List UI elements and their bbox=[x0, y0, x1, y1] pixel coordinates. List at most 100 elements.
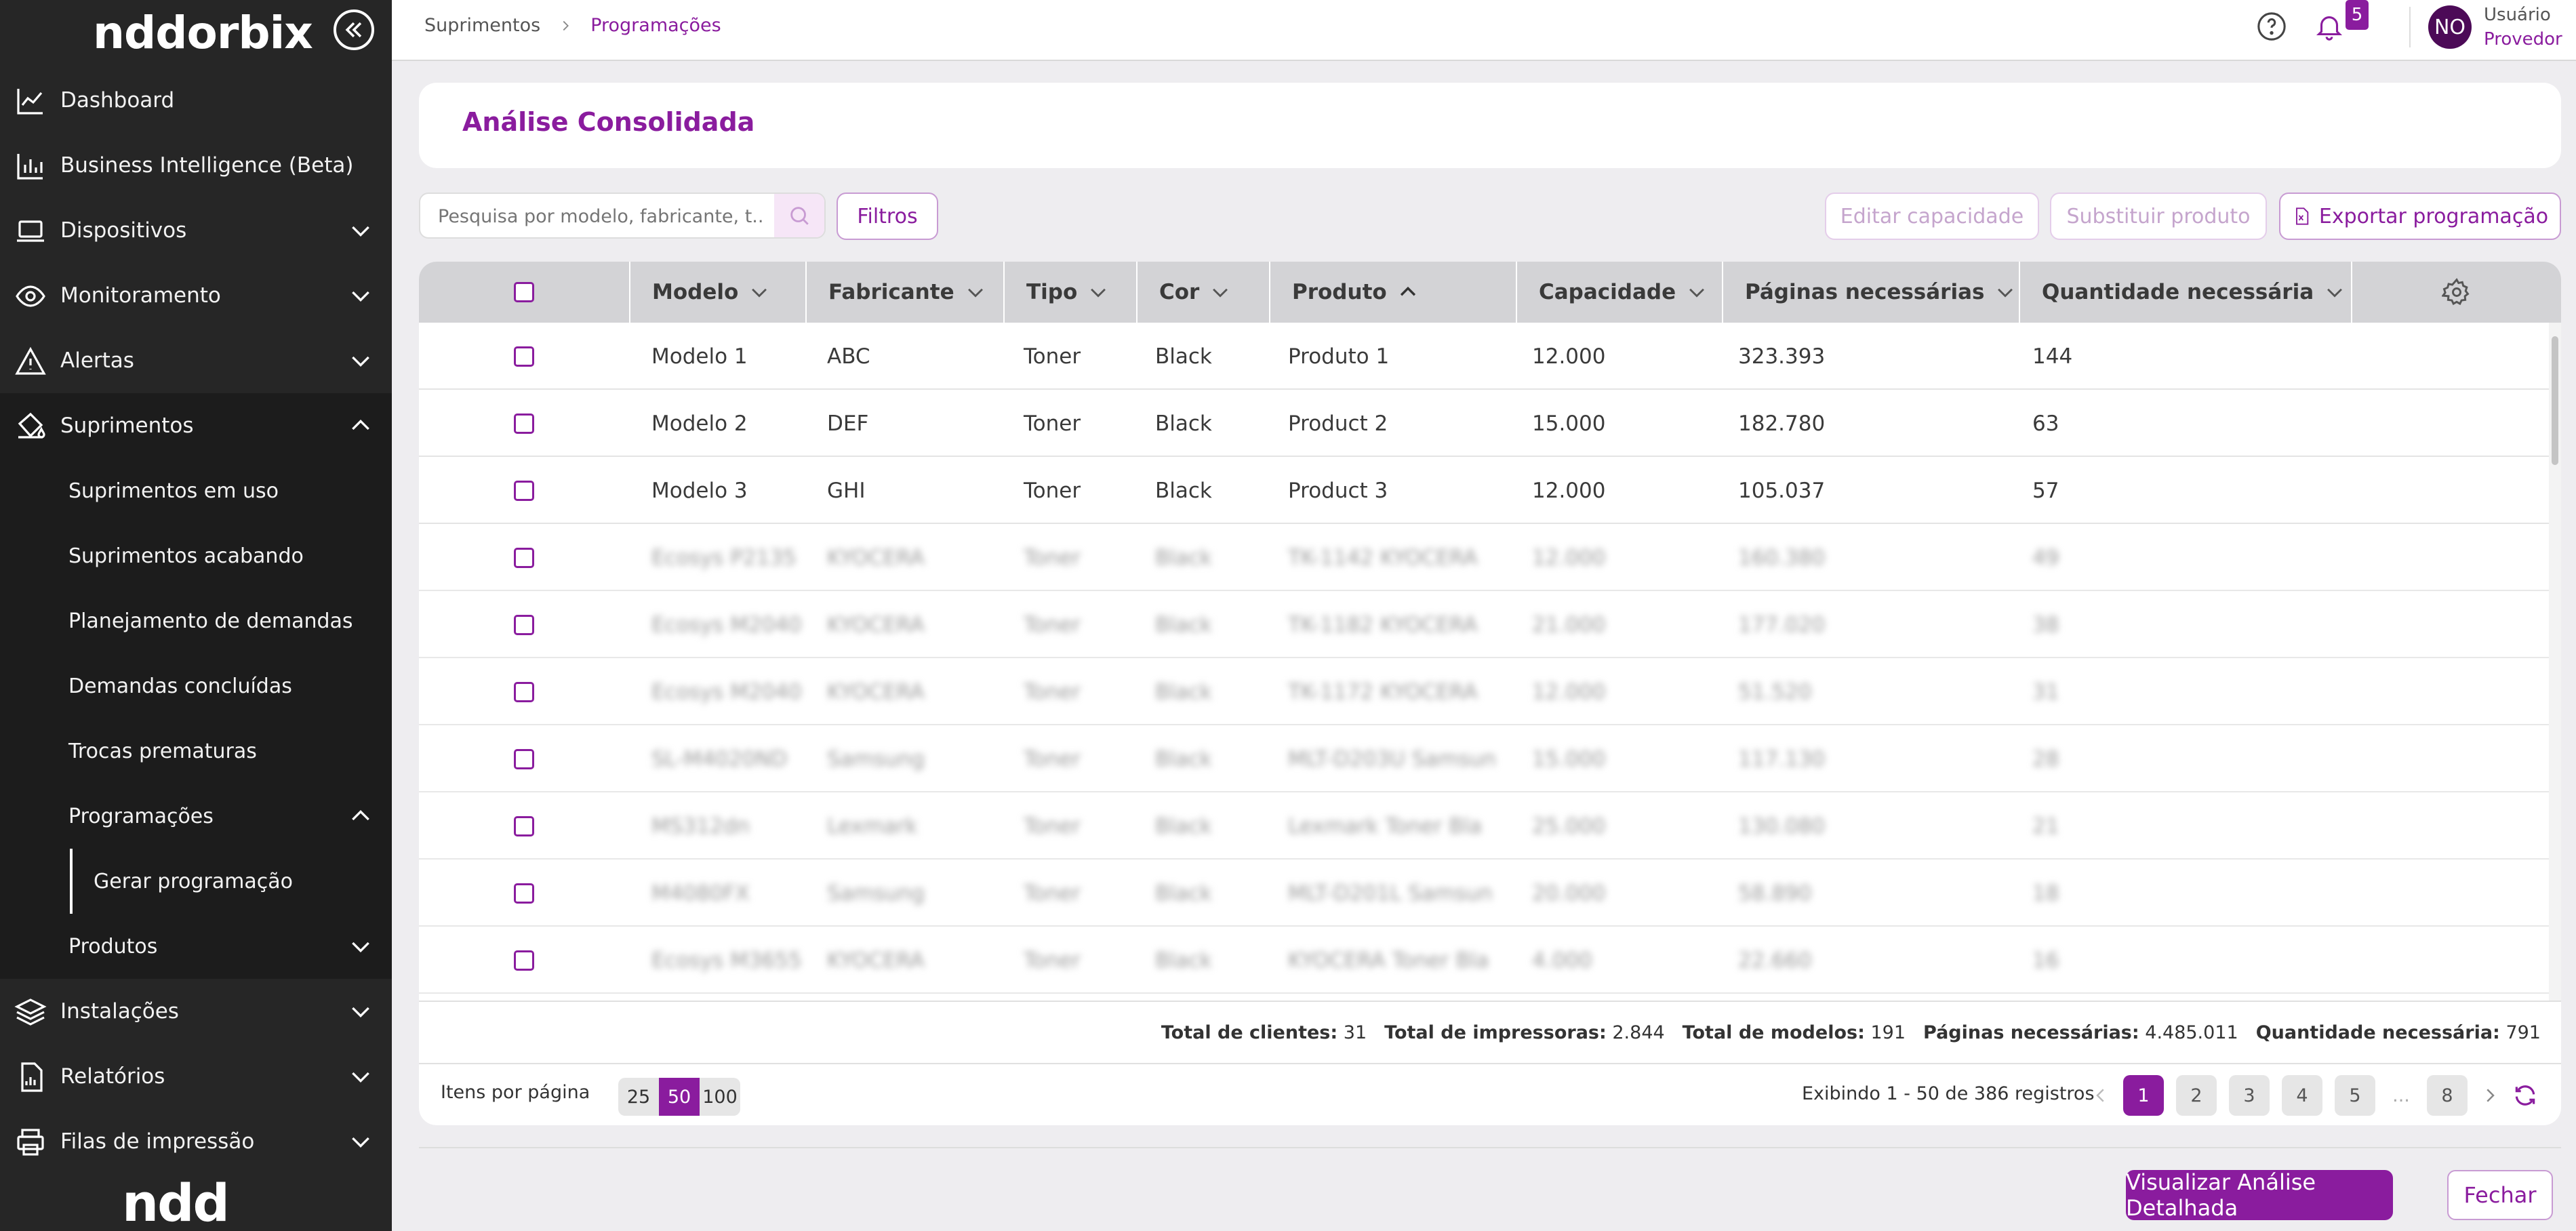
chevron-right-icon[interactable] bbox=[2480, 1085, 2500, 1106]
scrollbar-thumb[interactable] bbox=[2552, 336, 2558, 465]
column-header-quantidade[interactable]: Quantidade necessária bbox=[2019, 262, 2351, 323]
search-button[interactable] bbox=[774, 194, 824, 237]
table-cell: SL-M4020ND bbox=[651, 746, 788, 771]
nav-trocas-prematuras[interactable]: Trocas prematuras bbox=[0, 719, 392, 784]
nav-planejamento-demandas[interactable]: Planejamento de demandas bbox=[0, 588, 392, 653]
table-cell: 144 bbox=[2032, 344, 2073, 369]
page-5[interactable]: 5 bbox=[2335, 1075, 2375, 1116]
view-detailed-analysis-button[interactable]: Visualizar Análise Detalhada bbox=[2126, 1169, 2393, 1221]
row-checkbox[interactable] bbox=[514, 413, 534, 434]
nav-dispositivos[interactable]: Dispositivos bbox=[0, 198, 392, 263]
table-row[interactable]: Modelo 2 DEF Toner Black Product 2 15.000 182.… bbox=[419, 390, 2549, 457]
nav-demandas-concluidas[interactable]: Demandas concluídas bbox=[0, 653, 392, 719]
brand-logo: ndd bbox=[122, 1173, 230, 1231]
bell-icon[interactable] bbox=[2314, 11, 2345, 42]
breadcrumb-item-suprimentos[interactable]: Suprimentos bbox=[424, 15, 540, 36]
nav-instalacoes[interactable]: Instalações bbox=[0, 979, 392, 1044]
page-3[interactable]: 3 bbox=[2229, 1075, 2270, 1116]
replace-product-button[interactable]: Substituir produto bbox=[2050, 193, 2267, 240]
chevron-down-icon bbox=[352, 1137, 369, 1148]
nav-alertas[interactable]: Alertas bbox=[0, 328, 392, 393]
nav-label: Dashboard bbox=[60, 88, 175, 113]
page-size-100[interactable]: 100 bbox=[700, 1078, 740, 1116]
row-checkbox[interactable] bbox=[514, 883, 534, 904]
table-cell: Black bbox=[1155, 612, 1212, 637]
chevron-down-icon bbox=[1213, 288, 1228, 298]
page-1[interactable]: 1 bbox=[2123, 1075, 2164, 1116]
column-header-modelo[interactable]: Modelo bbox=[629, 262, 805, 323]
page-2[interactable]: 2 bbox=[2176, 1075, 2217, 1116]
search-input[interactable] bbox=[438, 203, 763, 229]
active-indicator bbox=[70, 849, 73, 914]
table-row[interactable]: Modelo 1 ABC Toner Black Produto 1 12.000 323.… bbox=[419, 323, 2549, 390]
nav-business-intelligence[interactable]: Business Intelligence (Beta) bbox=[0, 133, 392, 198]
chevron-left-icon[interactable] bbox=[2091, 1085, 2111, 1106]
nav-suprimentos-em-uso[interactable]: Suprimentos em uso bbox=[0, 458, 392, 523]
user-info[interactable]: Usuário Provedor bbox=[2484, 3, 2562, 52]
edit-capacity-button[interactable]: Editar capacidade bbox=[1825, 193, 2039, 240]
row-checkbox[interactable] bbox=[514, 950, 534, 971]
table-cell: Black bbox=[1155, 813, 1212, 839]
row-checkbox[interactable] bbox=[514, 681, 534, 702]
collapse-sidebar-icon[interactable] bbox=[334, 9, 374, 50]
row-checkbox[interactable] bbox=[514, 815, 534, 836]
grid-scrollbar[interactable] bbox=[2549, 323, 2561, 1001]
page-size-25[interactable]: 25 bbox=[618, 1078, 659, 1116]
filters-button[interactable]: Filtros bbox=[837, 193, 938, 240]
column-header-tipo[interactable]: Tipo bbox=[1003, 262, 1136, 323]
table-cell: 12.000 bbox=[1532, 344, 1606, 369]
table-row[interactable]: SL-M4020ND Samsung Toner Black MLT-D203U Sam… bbox=[419, 725, 2549, 792]
laptop-icon bbox=[14, 214, 47, 248]
table-cell: Black bbox=[1155, 881, 1212, 906]
table-cell: Ecosys M3655 bbox=[651, 948, 802, 973]
table-row[interactable]: Ecosys M2040 KYOCERA Toner Black TK-1172 KYO… bbox=[419, 658, 2549, 725]
column-header-produto[interactable]: Produto bbox=[1269, 262, 1516, 323]
export-button[interactable]: Exportar programação bbox=[2279, 193, 2561, 240]
paint-bucket-icon bbox=[14, 409, 47, 443]
column-header-cor[interactable]: Cor bbox=[1136, 262, 1269, 323]
row-checkbox[interactable] bbox=[514, 480, 534, 501]
nav-produtos[interactable]: Produtos bbox=[0, 914, 392, 979]
nav-relatorios[interactable]: Relatórios bbox=[0, 1044, 392, 1109]
page-4[interactable]: 4 bbox=[2282, 1075, 2322, 1116]
nav-label: Business Intelligence (Beta) bbox=[60, 153, 354, 178]
help-icon[interactable] bbox=[2256, 11, 2287, 42]
column-header-fabricante[interactable]: Fabricante bbox=[805, 262, 1003, 323]
nav-suprimentos[interactable]: Suprimentos bbox=[0, 393, 392, 458]
nav-filas-impressao[interactable]: Filas de impressão bbox=[0, 1109, 392, 1174]
table-cell: 4.000 bbox=[1532, 948, 1592, 973]
app-logo: nddorbix bbox=[93, 7, 313, 59]
table-cell: 58.890 bbox=[1738, 881, 1812, 906]
search-icon bbox=[790, 207, 809, 225]
close-button[interactable]: Fechar bbox=[2447, 1170, 2553, 1220]
table-row[interactable]: MS312dn Lexmark Toner Black Lexmark Toner Bl… bbox=[419, 792, 2549, 860]
row-checkbox[interactable] bbox=[514, 547, 534, 568]
select-all-checkbox[interactable] bbox=[514, 282, 534, 302]
column-label: Fabricante bbox=[828, 280, 954, 304]
column-header-capacidade[interactable]: Capacidade bbox=[1516, 262, 1722, 323]
row-select-cell bbox=[419, 927, 629, 994]
page-8[interactable]: 8 bbox=[2427, 1075, 2468, 1116]
row-checkbox[interactable] bbox=[514, 748, 534, 769]
column-settings[interactable] bbox=[2351, 262, 2561, 323]
table-row[interactable]: Ecosys M3655 KYOCERA Toner Black KYOCERA Ton… bbox=[419, 927, 2549, 994]
table-cell: 51.520 bbox=[1738, 679, 1812, 704]
avatar[interactable]: NO bbox=[2428, 5, 2472, 49]
table-cell: Toner bbox=[1024, 344, 1081, 369]
table-row[interactable]: M4080FX Samsung Toner Black MLT-D201L Samsun… bbox=[419, 860, 2549, 927]
nav-suprimentos-acabando[interactable]: Suprimentos acabando bbox=[0, 523, 392, 588]
table-row[interactable]: Ecosys P2135 KYOCERA Toner Black TK-1142 KYO… bbox=[419, 524, 2549, 591]
row-checkbox[interactable] bbox=[514, 346, 534, 367]
nav-dashboard[interactable]: Dashboard bbox=[0, 68, 392, 133]
refresh-icon[interactable] bbox=[2512, 1083, 2538, 1108]
page-size-50[interactable]: 50 bbox=[659, 1078, 700, 1116]
table-cell: 15.000 bbox=[1532, 411, 1606, 436]
table-row[interactable]: Ecosys M2040 KYOCERA Toner Black TK-1182 KYO… bbox=[419, 591, 2549, 658]
row-checkbox[interactable] bbox=[514, 614, 534, 635]
nav-monitoramento[interactable]: Monitoramento bbox=[0, 263, 392, 328]
nav-programacoes[interactable]: Programações bbox=[0, 784, 392, 849]
column-header-paginas[interactable]: Páginas necessárias bbox=[1722, 262, 2019, 323]
table-row[interactable]: Modelo 3 GHI Toner Black Product 3 12.000 105.… bbox=[419, 457, 2549, 524]
nav-gerar-programacao[interactable]: Gerar programação bbox=[0, 849, 392, 914]
table-cell: KYOCERA bbox=[827, 545, 925, 570]
